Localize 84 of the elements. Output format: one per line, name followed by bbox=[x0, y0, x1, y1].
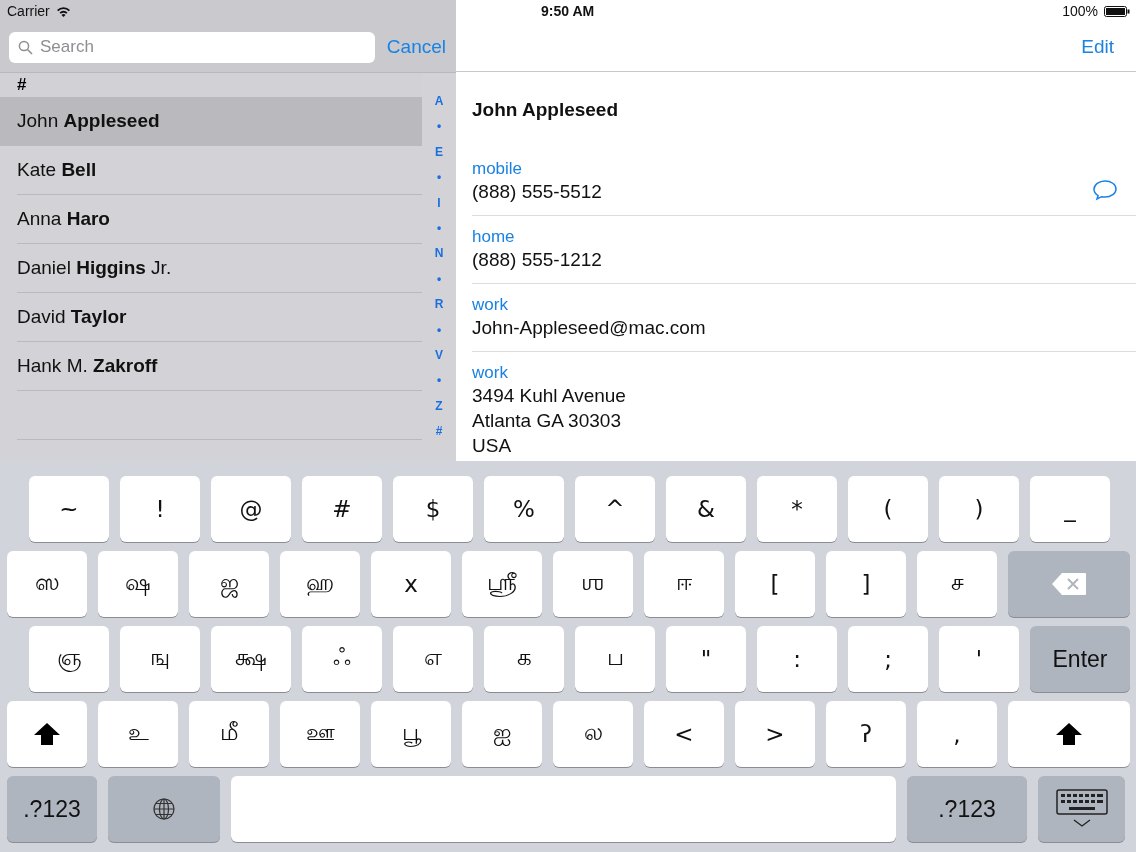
key[interactable]: ; bbox=[848, 626, 928, 692]
key[interactable]: ஊ bbox=[280, 701, 360, 767]
shift-key[interactable] bbox=[1008, 701, 1130, 767]
hide-keyboard-key[interactable] bbox=[1038, 776, 1125, 842]
field-value[interactable]: USA bbox=[472, 433, 1118, 458]
key[interactable]: ஜ bbox=[189, 551, 269, 617]
edit-button[interactable]: Edit bbox=[1081, 35, 1114, 58]
carrier-label: Carrier bbox=[7, 3, 50, 19]
backspace-icon bbox=[1051, 572, 1087, 596]
key[interactable]: ஃ bbox=[302, 626, 382, 692]
section-header: # bbox=[17, 75, 27, 95]
key[interactable]: பூ bbox=[371, 701, 451, 767]
key[interactable]: # bbox=[302, 476, 382, 542]
key[interactable]: % bbox=[484, 476, 564, 542]
battery-icon bbox=[1104, 5, 1130, 17]
battery-label: 100% bbox=[1062, 3, 1098, 19]
field-value[interactable]: (888) 555-1212 bbox=[472, 247, 1118, 272]
key[interactable]: எ bbox=[393, 626, 473, 692]
shift-icon bbox=[1055, 722, 1083, 746]
key[interactable]: ^ bbox=[575, 476, 655, 542]
contact-row[interactable]: Anna Haro bbox=[17, 195, 422, 244]
key[interactable]: ஙு bbox=[120, 626, 200, 692]
field-value[interactable]: 3494 Kuhl Avenue bbox=[472, 383, 1118, 408]
time-label: 9:50 AM bbox=[541, 3, 595, 19]
key[interactable]: , bbox=[917, 701, 997, 767]
message-icon[interactable] bbox=[1092, 179, 1118, 201]
key[interactable]: < bbox=[644, 701, 724, 767]
key[interactable]: ஸ்ரீ bbox=[462, 551, 542, 617]
key[interactable]: ஹ bbox=[280, 551, 360, 617]
field-value[interactable]: (888) 555-5512 bbox=[472, 179, 1092, 204]
globe-key[interactable] bbox=[108, 776, 220, 842]
wifi-icon bbox=[55, 5, 71, 17]
field-value[interactable]: Atlanta GA 30303 bbox=[472, 408, 1118, 433]
key[interactable]: ஞ bbox=[29, 626, 109, 692]
shift-icon bbox=[33, 722, 61, 746]
numbers-key[interactable]: .?123 bbox=[7, 776, 97, 842]
enter-key[interactable]: Enter bbox=[1030, 626, 1130, 692]
key[interactable]: ல bbox=[553, 701, 633, 767]
key[interactable]: ] bbox=[826, 551, 906, 617]
key[interactable]: ஈ bbox=[644, 551, 724, 617]
search-icon bbox=[18, 39, 33, 55]
numbers-key[interactable]: .?123 bbox=[907, 776, 1027, 842]
key[interactable]: ʔ bbox=[826, 701, 906, 767]
contact-row[interactable]: John Appleseed bbox=[0, 97, 422, 146]
field-label: home bbox=[472, 227, 516, 247]
key[interactable]: ஸ bbox=[7, 551, 87, 617]
contact-row[interactable]: Kate Bell bbox=[17, 146, 422, 195]
field-value[interactable]: John-Appleseed@mac.com bbox=[472, 315, 1118, 340]
contact-row[interactable]: Hank M. Zakroff bbox=[17, 342, 422, 391]
key[interactable]: ச bbox=[917, 551, 997, 617]
key[interactable]: ஶ bbox=[553, 551, 633, 617]
contact-row[interactable]: Daniel Higgins Jr. bbox=[17, 244, 422, 293]
key[interactable]: : bbox=[757, 626, 837, 692]
key[interactable]: க்ஷ bbox=[211, 626, 291, 692]
key[interactable]: ஷ bbox=[98, 551, 178, 617]
key[interactable]: > bbox=[735, 701, 815, 767]
key[interactable]: [ bbox=[735, 551, 815, 617]
key[interactable]: மீ bbox=[189, 701, 269, 767]
contact-name: John Appleseed bbox=[472, 98, 620, 122]
key[interactable]: ப bbox=[575, 626, 655, 692]
key[interactable]: உ bbox=[98, 701, 178, 767]
key[interactable]: ' bbox=[939, 626, 1019, 692]
key[interactable]: * bbox=[757, 476, 837, 542]
key[interactable]: " bbox=[666, 626, 746, 692]
key[interactable]: ) bbox=[939, 476, 1019, 542]
globe-icon bbox=[152, 797, 176, 821]
key[interactable]: ~ bbox=[29, 476, 109, 542]
field-label: mobile bbox=[472, 159, 524, 179]
keyboard-icon bbox=[1055, 789, 1108, 829]
shift-key[interactable] bbox=[7, 701, 87, 767]
search-field[interactable]: Search bbox=[9, 31, 375, 63]
field-label: work bbox=[472, 363, 509, 383]
key[interactable]: ( bbox=[848, 476, 928, 542]
key[interactable]: & bbox=[666, 476, 746, 542]
key[interactable]: $ bbox=[393, 476, 473, 542]
key[interactable]: ! bbox=[120, 476, 200, 542]
key[interactable]: _ bbox=[1030, 476, 1110, 542]
delete-key[interactable] bbox=[1008, 551, 1130, 617]
field-label: work bbox=[472, 295, 509, 315]
key[interactable]: x bbox=[371, 551, 451, 617]
key[interactable]: @ bbox=[211, 476, 291, 542]
key[interactable]: க bbox=[484, 626, 564, 692]
contact-row[interactable]: David Taylor bbox=[17, 293, 422, 342]
key[interactable]: ஐ bbox=[462, 701, 542, 767]
